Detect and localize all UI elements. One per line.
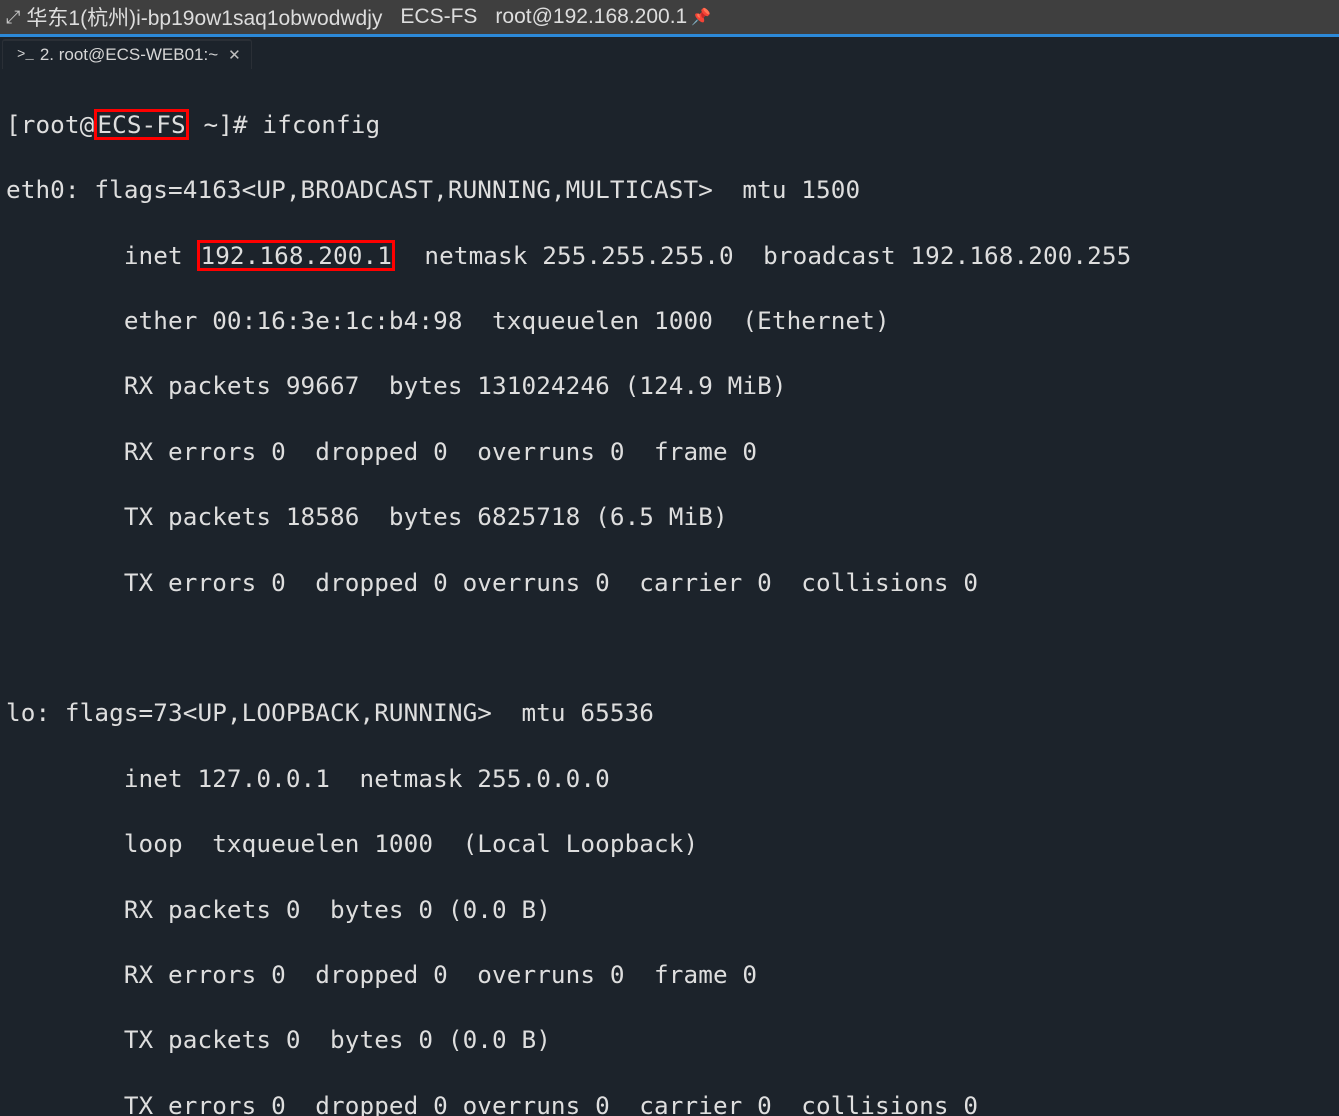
ip-highlight: 192.168.200.1 xyxy=(197,240,394,272)
ifconfig-line: inet 127.0.0.1 netmask 255.0.0.0 xyxy=(6,763,1333,796)
ifconfig-eth0-line: eth0: flags=4163<UP,BROADCAST,RUNNING,MU… xyxy=(6,174,1333,207)
blank-line xyxy=(6,632,1333,665)
titlebar-instance: 华东1(杭州)i-bp19ow1saq1obwodwdjy xyxy=(26,2,382,32)
ifconfig-line: RX packets 0 bytes 0 (0.0 B) xyxy=(6,894,1333,927)
ifconfig-lo-line: lo: flags=73<UP,LOOPBACK,RUNNING> mtu 65… xyxy=(6,697,1333,730)
terminal-icon: >_ xyxy=(17,47,34,63)
terminal-tab[interactable]: >_ 2. root@ECS-WEB01:~ ✕ xyxy=(2,39,252,69)
ifconfig-line: RX errors 0 dropped 0 overruns 0 frame 0 xyxy=(6,436,1333,469)
pin-icon[interactable]: 📌 xyxy=(691,7,711,27)
prompt-line: [root@ECS-FS ~]# ifconfig xyxy=(6,109,1333,142)
ifconfig-line: ether 00:16:3e:1c:b4:98 txqueuelen 1000 … xyxy=(6,305,1333,338)
ifconfig-line: TX packets 0 bytes 0 (0.0 B) xyxy=(6,1024,1333,1057)
hostname-highlight: ECS-FS xyxy=(94,109,188,141)
ifconfig-line: TX errors 0 dropped 0 overruns 0 carrier… xyxy=(6,1090,1333,1116)
prompt-prefix: [root@ xyxy=(6,110,94,139)
titlebar-userhost: root@192.168.200.1 xyxy=(495,5,687,29)
prompt-suffix: ~]# xyxy=(189,110,263,139)
tab-strip: >_ 2. root@ECS-WEB01:~ ✕ xyxy=(0,37,1339,69)
inet-suffix: netmask 255.255.255.0 broadcast 192.168.… xyxy=(395,241,1131,270)
tab-label: 2. root@ECS-WEB01:~ xyxy=(40,45,218,65)
ifconfig-line: RX packets 99667 bytes 131024246 (124.9 … xyxy=(6,370,1333,403)
titlebar-hostname: ECS-FS xyxy=(400,5,477,29)
maximize-icon[interactable]: ⤢ xyxy=(6,7,20,28)
ifconfig-line: loop txqueuelen 1000 (Local Loopback) xyxy=(6,828,1333,861)
terminal-output[interactable]: [root@ECS-FS ~]# ifconfig eth0: flags=41… xyxy=(0,69,1339,1116)
command-ifconfig: ifconfig xyxy=(262,110,380,139)
ifconfig-line: TX errors 0 dropped 0 overruns 0 carrier… xyxy=(6,567,1333,600)
window-titlebar: ⤢ 华东1(杭州)i-bp19ow1saq1obwodwdjy ECS-FS r… xyxy=(0,0,1339,37)
ifconfig-line: RX errors 0 dropped 0 overruns 0 frame 0 xyxy=(6,959,1333,992)
ifconfig-inet-line: inet 192.168.200.1 netmask 255.255.255.0… xyxy=(6,240,1333,273)
ifconfig-line: TX packets 18586 bytes 6825718 (6.5 MiB) xyxy=(6,501,1333,534)
inet-prefix: inet xyxy=(6,241,197,270)
close-icon[interactable]: ✕ xyxy=(228,46,241,64)
